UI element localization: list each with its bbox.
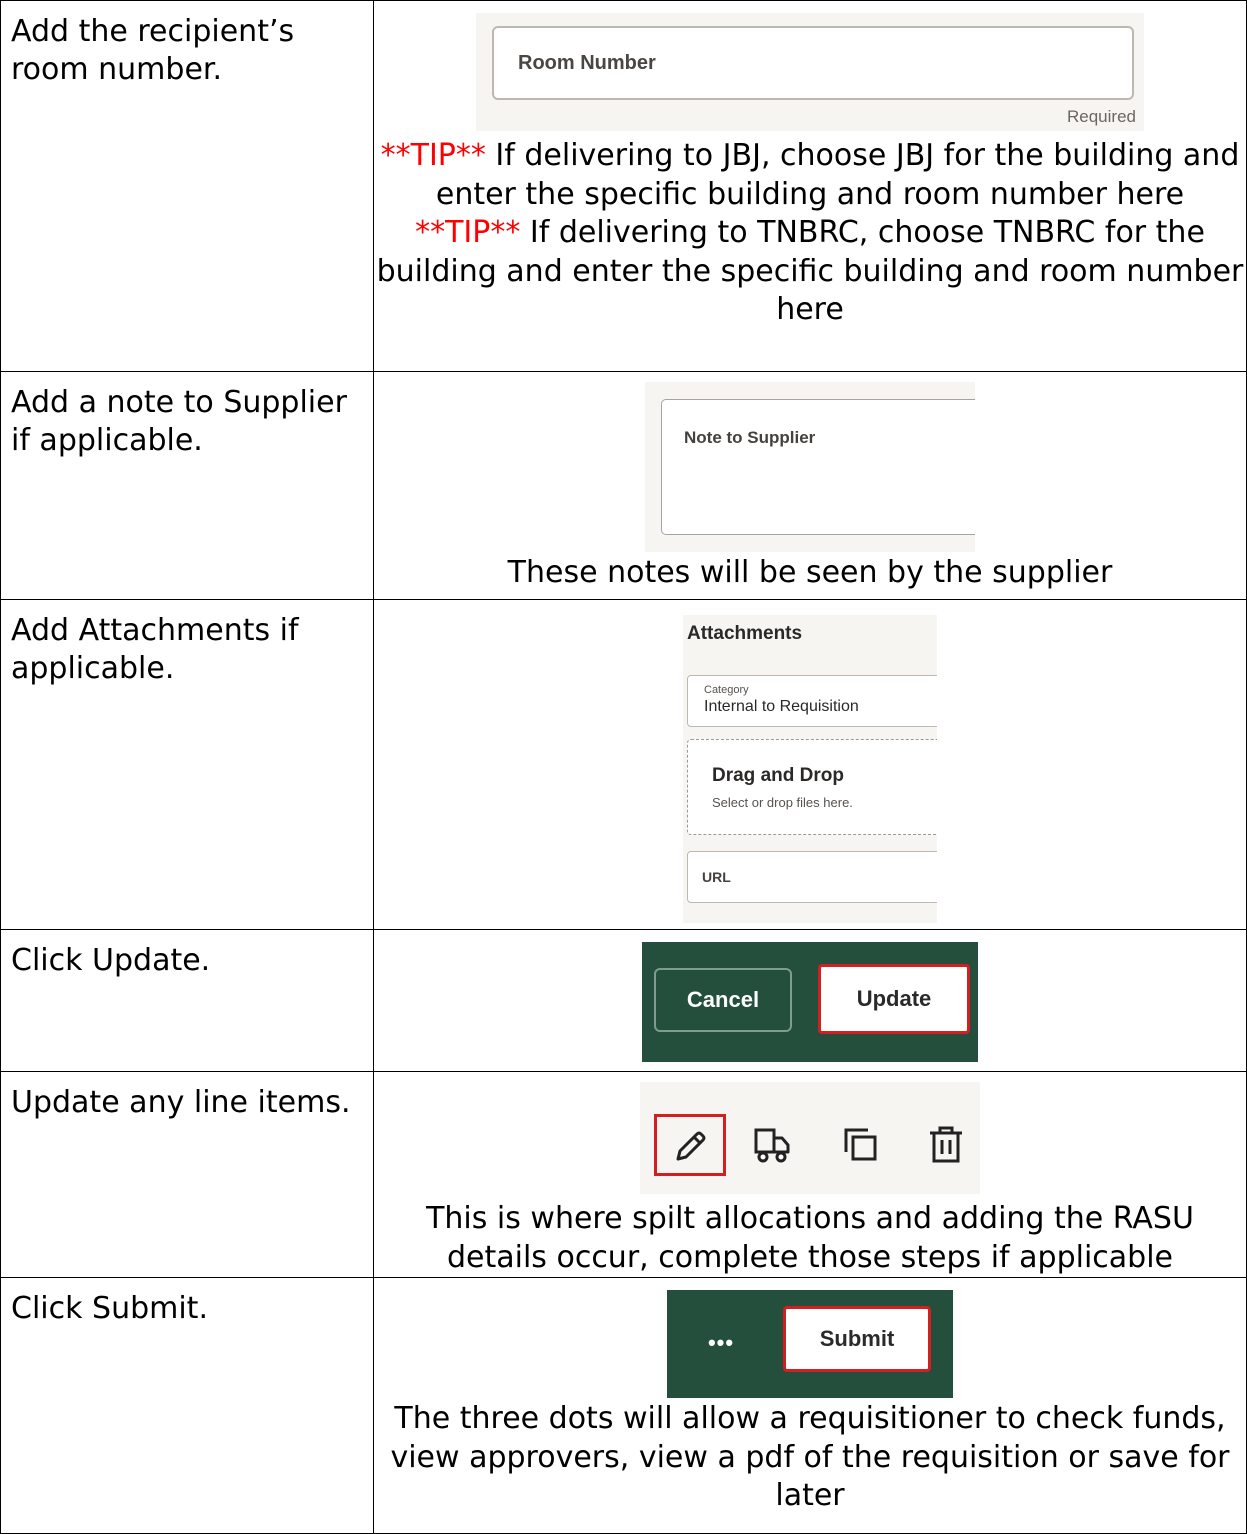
note-to-supplier-screenshot: Note to Supplier <box>645 382 975 552</box>
note-caption: These notes will be seen by the supplier <box>507 555 1113 590</box>
cancel-button[interactable]: Cancel <box>654 968 792 1032</box>
category-label: Category <box>704 684 749 696</box>
table-row: Click Update. Cancel Update <box>0 929 1247 1072</box>
instruction-cell: Click Submit. <box>0 1277 374 1534</box>
pencil-icon <box>676 1131 706 1161</box>
update-bar-screenshot: Cancel Update <box>642 942 978 1062</box>
table-row: Add Attachments if applicable. Attachmen… <box>0 599 1247 930</box>
visual-cell: Room Number Required **TIP** If deliveri… <box>373 0 1247 372</box>
line-items-caption: This is where spilt allocations and addi… <box>426 1201 1194 1275</box>
url-label: URL <box>702 869 731 885</box>
table-row: Click Submit. ••• Submit The three dots … <box>0 1277 1247 1534</box>
delivery-button[interactable] <box>752 1124 794 1166</box>
table-row: Add a note to Supplier if applicable. No… <box>0 371 1247 600</box>
visual-cell: ••• Submit The three dots will allow a r… <box>373 1277 1247 1534</box>
table-row: Add the recipient’s room number. Room Nu… <box>0 0 1247 372</box>
room-number-screenshot: Room Number Required <box>476 13 1144 131</box>
instruction-text: Add the recipient’s room number. <box>11 14 295 87</box>
tip-label: **TIP** <box>380 138 486 173</box>
instruction-cell: Add a note to Supplier if applicable. <box>0 371 374 600</box>
tip-jbj: **TIP** If delivering to JBJ, choose JBJ… <box>374 137 1246 214</box>
drop-title: Drag and Drop <box>712 765 844 786</box>
trash-icon <box>930 1126 962 1163</box>
instruction-cell: Add the recipient’s room number. <box>0 0 374 372</box>
instruction-text: Update any line items. <box>11 1085 351 1120</box>
duplicate-button[interactable] <box>840 1124 882 1166</box>
submit-caption: The three dots will allow a requisitione… <box>390 1401 1230 1513</box>
url-field[interactable]: URL <box>687 851 937 903</box>
tip-tnbrc: **TIP** If delivering to TNBRC, choose T… <box>374 214 1246 330</box>
category-select[interactable]: Category Internal to Requisition <box>687 675 937 727</box>
visual-cell: This is where spilt allocations and addi… <box>373 1071 1247 1278</box>
room-number-field[interactable]: Room Number <box>492 26 1134 100</box>
category-value: Internal to Requisition <box>704 698 859 715</box>
note-to-supplier-field[interactable]: Note to Supplier <box>661 399 975 535</box>
drop-subtitle: Select or drop files here. <box>712 795 853 810</box>
submit-bar-screenshot: ••• Submit <box>667 1290 953 1398</box>
instruction-cell: Update any line items. <box>0 1071 374 1278</box>
instruction-cell: Add Attachments if applicable. <box>0 599 374 930</box>
instruction-text: Add a note to Supplier if applicable. <box>11 385 347 458</box>
room-number-placeholder: Room Number <box>518 52 656 74</box>
truck-icon <box>754 1128 790 1163</box>
instruction-text: Add Attachments if applicable. <box>11 613 299 686</box>
delete-button[interactable] <box>926 1124 966 1166</box>
submit-button[interactable]: Submit <box>783 1306 931 1372</box>
tip-text: If delivering to JBJ, choose JBJ for the… <box>435 138 1240 212</box>
edit-button[interactable] <box>654 1114 726 1176</box>
attachments-screenshot: Attachments Category Internal to Requisi… <box>683 615 937 923</box>
update-button[interactable]: Update <box>818 964 970 1034</box>
visual-cell: Attachments Category Internal to Requisi… <box>373 599 1247 930</box>
instruction-table: Add the recipient’s room number. Room Nu… <box>0 0 1247 1534</box>
table-row: Update any line items. This is where spi… <box>0 1071 1247 1278</box>
attachments-heading: Attachments <box>687 623 803 644</box>
instruction-cell: Click Update. <box>0 929 374 1072</box>
visual-cell: Cancel Update <box>373 929 1247 1072</box>
instruction-text: Click Update. <box>11 943 211 978</box>
line-item-actions-screenshot <box>640 1082 980 1194</box>
tip-label: **TIP** <box>415 215 521 250</box>
file-drop-zone[interactable]: Drag and Drop Select or drop files here. <box>687 739 937 835</box>
note-to-supplier-placeholder: Note to Supplier <box>684 428 816 447</box>
visual-cell: Note to Supplier These notes will be see… <box>373 371 1247 600</box>
instruction-text: Click Submit. <box>11 1291 208 1326</box>
duplicate-icon <box>844 1128 877 1161</box>
required-hint: Required <box>1067 107 1136 126</box>
more-options-button[interactable]: ••• <box>691 1320 751 1366</box>
